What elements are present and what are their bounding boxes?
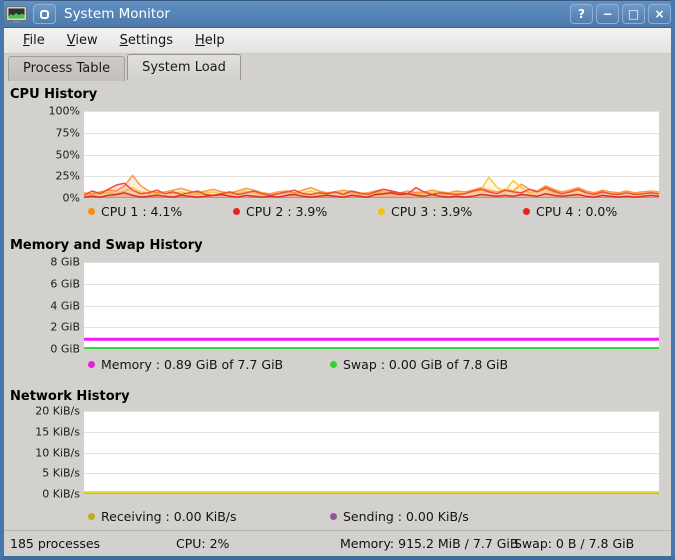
- memory-history-title: Memory and Swap History: [10, 238, 203, 253]
- legend-swap: Swap : 0.00 GiB of 7.8 GiB: [330, 357, 572, 372]
- memory-ytick: 0 GiB: [50, 342, 80, 356]
- network-ytick: 20 KiB/s: [35, 404, 80, 418]
- window-controls: ? − □ ×: [567, 4, 671, 24]
- network-ytick: 0 KiB/s: [42, 487, 80, 501]
- tab-process-table[interactable]: Process Table: [8, 56, 126, 81]
- network-ytick: 5 KiB/s: [42, 466, 80, 480]
- cpu1-color-dot: [88, 208, 95, 215]
- menubar: File View Settings Help: [4, 28, 671, 54]
- system-monitor-window: System Monitor ? − □ × File View Setting…: [0, 0, 675, 560]
- app-icon: [6, 5, 27, 22]
- status-memory: Memory: 915.2 MiB / 7.7 GiB: [340, 536, 519, 551]
- cpu-ytick: 0%: [62, 191, 80, 205]
- close-button[interactable]: ×: [648, 4, 671, 24]
- cpu-plot: [84, 111, 659, 198]
- statusbar: 185 processes CPU: 2% Memory: 915.2 MiB …: [4, 530, 671, 556]
- minimize-button[interactable]: −: [596, 4, 619, 24]
- system-load-page: CPU History 100% 75% 50% 25% 0% CPU 1 : 4.1%…: [4, 80, 671, 530]
- titlebar: System Monitor ? − □ ×: [4, 0, 671, 28]
- memory-ytick: 4 GiB: [50, 299, 80, 312]
- cpu-ytick: 75%: [55, 126, 80, 140]
- cpu-y-axis: 100% 75% 50% 25% 0%: [4, 105, 84, 205]
- status-processes: 185 processes: [10, 536, 101, 551]
- menu-file[interactable]: File: [12, 30, 56, 51]
- swap-color-dot: [330, 361, 337, 368]
- legend-cpu1: CPU 1 : 4.1%: [88, 204, 233, 219]
- cpu-ytick: 50%: [55, 148, 80, 161]
- legend-sending: Sending : 0.00 KiB/s: [330, 509, 572, 524]
- network-history-title: Network History: [10, 389, 130, 404]
- memory-ytick: 6 GiB: [50, 277, 80, 291]
- network-ytick: 10 KiB/s: [35, 446, 80, 459]
- memory-ytick: 8 GiB: [50, 255, 80, 269]
- sending-color-dot: [330, 513, 337, 520]
- cpu3-color-dot: [378, 208, 385, 215]
- tab-system-load[interactable]: System Load: [127, 54, 241, 80]
- window-menu-icon: [40, 9, 49, 19]
- menu-view[interactable]: View: [56, 30, 109, 51]
- memory-swap-chart: 8 GiB 6 GiB 4 GiB 2 GiB 0 GiB: [4, 256, 663, 356]
- tabbar: Process Table System Load: [4, 54, 671, 81]
- network-legend: Receiving : 0.00 KiB/s Sending : 0.00 Ki…: [88, 509, 572, 524]
- cpu-legend: CPU 1 : 4.1% CPU 2 : 3.9% CPU 3 : 3.9% C…: [88, 204, 668, 219]
- legend-cpu2: CPU 2 : 3.9%: [233, 204, 378, 219]
- network-history-chart: 20 KiB/s 15 KiB/s 10 KiB/s 5 KiB/s 0 KiB/s: [4, 405, 663, 501]
- legend-memory: Memory : 0.89 GiB of 7.7 GiB: [88, 357, 330, 372]
- legend-cpu4: CPU 4 : 0.0%: [523, 204, 668, 219]
- network-plot: [84, 411, 659, 494]
- cpu-ytick: 25%: [55, 169, 80, 183]
- cpu-history-chart: 100% 75% 50% 25% 0%: [4, 105, 663, 205]
- cpu4-color-dot: [523, 208, 530, 215]
- network-ytick: 15 KiB/s: [35, 425, 80, 439]
- maximize-button[interactable]: □: [622, 4, 645, 24]
- status-swap: Swap: 0 B / 7.8 GiB: [514, 536, 635, 551]
- window-menu-button[interactable]: [33, 4, 56, 24]
- cpu-ytick: 100%: [48, 104, 80, 118]
- receiving-color-dot: [88, 513, 95, 520]
- help-button[interactable]: ?: [570, 4, 593, 24]
- memory-color-dot: [88, 361, 95, 368]
- memory-plot: [84, 262, 659, 349]
- legend-cpu3: CPU 3 : 3.9%: [378, 204, 523, 219]
- cpu2-color-dot: [233, 208, 240, 215]
- menu-settings[interactable]: Settings: [109, 30, 184, 51]
- memory-legend: Memory : 0.89 GiB of 7.7 GiB Swap : 0.00…: [88, 357, 572, 372]
- menu-help[interactable]: Help: [184, 30, 236, 51]
- cpu-history-title: CPU History: [10, 87, 98, 102]
- memory-ytick: 2 GiB: [50, 320, 80, 334]
- network-y-axis: 20 KiB/s 15 KiB/s 10 KiB/s 5 KiB/s 0 KiB/s: [4, 405, 84, 501]
- legend-receiving: Receiving : 0.00 KiB/s: [88, 509, 330, 524]
- memory-y-axis: 8 GiB 6 GiB 4 GiB 2 GiB 0 GiB: [4, 256, 84, 356]
- window-title: System Monitor: [64, 6, 170, 22]
- status-cpu: CPU: 2%: [176, 536, 230, 551]
